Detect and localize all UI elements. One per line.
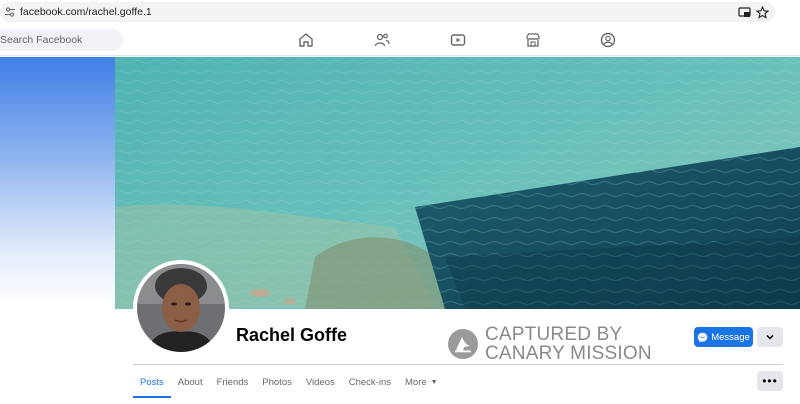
search-box[interactable] bbox=[0, 29, 123, 51]
avatar-image bbox=[137, 264, 225, 352]
tab-photos[interactable]: Photos bbox=[255, 366, 299, 398]
tab-label: Videos bbox=[305, 376, 335, 388]
profile-tabs: Posts About Friends Photos Videos Check-… bbox=[133, 366, 445, 398]
canary-logo-icon bbox=[448, 329, 478, 359]
cast-icon[interactable] bbox=[738, 6, 751, 19]
tab-label: Posts bbox=[140, 376, 164, 388]
watermark-line-1: CAPTURED BY bbox=[485, 324, 623, 345]
search-input[interactable] bbox=[0, 29, 120, 51]
canary-mission-watermark: CAPTURED BY CANARY MISSION bbox=[447, 325, 687, 365]
tab-check-ins[interactable]: Check-ins bbox=[342, 366, 398, 398]
tab-videos[interactable]: Videos bbox=[299, 366, 342, 398]
cover-photo[interactable] bbox=[115, 57, 800, 309]
more-options-button[interactable]: ••• bbox=[757, 371, 783, 391]
messenger-icon bbox=[697, 332, 708, 342]
tab-more[interactable]: More ▼ bbox=[398, 366, 445, 398]
tab-label: Photos bbox=[262, 376, 292, 388]
message-button[interactable]: Message bbox=[694, 327, 753, 347]
facebook-header bbox=[0, 24, 800, 56]
url-text[interactable]: facebook.com/rachel.goffe.1 bbox=[20, 6, 152, 18]
tab-friends[interactable]: Friends bbox=[210, 366, 256, 398]
tab-posts[interactable]: Posts bbox=[133, 366, 171, 398]
home-icon[interactable] bbox=[298, 32, 314, 48]
tab-label: More bbox=[405, 376, 427, 388]
chevron-down-icon bbox=[766, 334, 774, 340]
star-icon[interactable] bbox=[756, 6, 769, 19]
address-bar[interactable]: facebook.com/rachel.goffe.1 bbox=[0, 2, 775, 22]
profile-divider bbox=[133, 364, 783, 365]
tab-label: Check-ins bbox=[348, 376, 391, 388]
left-background bbox=[0, 57, 115, 307]
groups-icon[interactable] bbox=[600, 32, 616, 48]
tab-label: Friends bbox=[216, 376, 249, 388]
friends-icon[interactable] bbox=[374, 32, 390, 48]
profile-name: Rachel Goffe bbox=[236, 325, 348, 345]
watermark-line-2: CANARY MISSION bbox=[485, 343, 652, 364]
caret-down-icon: ▼ bbox=[430, 378, 438, 386]
tab-label: About bbox=[177, 376, 203, 388]
profile-options-button[interactable] bbox=[757, 327, 783, 347]
more-dots-icon: ••• bbox=[762, 374, 778, 388]
tab-about[interactable]: About bbox=[171, 366, 210, 398]
tune-icon[interactable] bbox=[4, 6, 16, 18]
browser-toolbar: facebook.com/rachel.goffe.1 bbox=[0, 0, 800, 24]
profile-avatar[interactable] bbox=[133, 260, 229, 356]
cover-photo-image bbox=[115, 57, 800, 309]
message-button-label: Message bbox=[711, 331, 750, 343]
watch-icon[interactable] bbox=[450, 32, 466, 48]
marketplace-icon[interactable] bbox=[525, 32, 541, 48]
